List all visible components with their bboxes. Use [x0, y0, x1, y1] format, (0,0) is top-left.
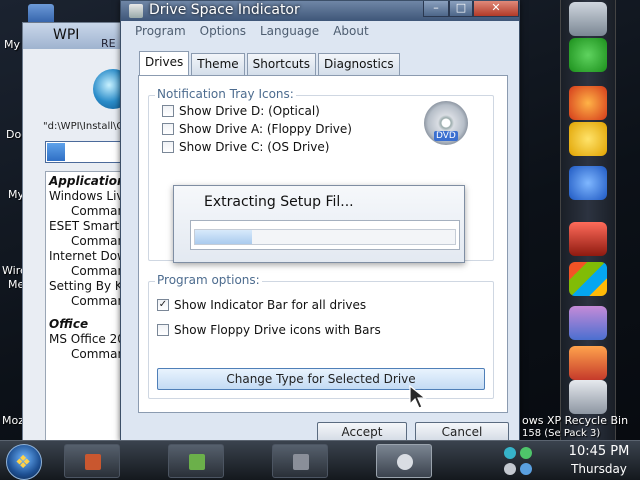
checkbox-label: Show Drive C: (OS Drive) [179, 140, 330, 154]
task-button-installer[interactable] [168, 444, 224, 478]
maximize-button[interactable]: □ [449, 1, 473, 17]
antivirus-icon[interactable] [520, 447, 532, 459]
media-app-icon[interactable] [569, 222, 607, 256]
right-dock [560, 0, 616, 440]
os-version-label: 158 (Se Pack 3) [522, 428, 601, 439]
window-title: Drive Space Indicator [149, 2, 300, 18]
checkbox-label: Show Floppy Drive icons with Bars [174, 323, 381, 337]
extract-progress-bar [190, 220, 460, 250]
tab-drives[interactable]: Drives [139, 51, 190, 75]
start-button[interactable]: ❖ [6, 444, 42, 480]
network-icon[interactable] [504, 447, 516, 459]
checkbox-box[interactable] [162, 105, 174, 117]
task-button-package[interactable] [64, 444, 120, 478]
change-type-button[interactable]: Change Type for Selected Drive [157, 368, 485, 390]
app-icon [129, 4, 143, 18]
shield-icon[interactable] [520, 463, 532, 475]
extract-progress-track [194, 229, 456, 245]
browser-icon[interactable] [569, 86, 607, 120]
tab-strip: Drives Theme Shortcuts Diagnostics [139, 51, 402, 75]
tab-theme[interactable]: Theme [191, 53, 245, 75]
show-drive-a-checkbox[interactable]: Show Drive A: (Floppy Drive) [162, 122, 352, 136]
internet-explorer-icon[interactable] [569, 38, 607, 72]
system-tray [502, 443, 546, 479]
package-icon [85, 454, 101, 470]
task-button-window[interactable] [272, 444, 328, 478]
show-floppy-bars-checkbox[interactable]: Show Floppy Drive icons with Bars [157, 323, 381, 337]
extract-progress-fill [195, 230, 253, 244]
menu-language[interactable]: Language [260, 21, 319, 41]
recycle-bin-label[interactable]: ows XP Recycle Bin [522, 414, 628, 427]
notification-tray-title: Notification Tray Icons: [155, 87, 296, 101]
checkbox-box[interactable] [162, 123, 174, 135]
checkbox-box-checked[interactable]: ✓ [157, 299, 169, 311]
tools-icon[interactable] [569, 346, 607, 380]
installer-icon [189, 454, 205, 470]
tab-shortcuts[interactable]: Shortcuts [246, 53, 317, 75]
close-button[interactable]: ✕ [473, 1, 519, 17]
mouse-cursor-icon [409, 384, 427, 409]
cancel-button[interactable]: Cancel [415, 422, 509, 442]
minimize-button[interactable]: – [423, 1, 449, 17]
task-button-drive-indicator[interactable] [376, 444, 432, 478]
taskbar: ❖ 10:45 PM Thursday [0, 440, 640, 480]
menu-options[interactable]: Options [200, 21, 246, 41]
checkbox-label: Show Drive A: (Floppy Drive) [179, 122, 352, 136]
messenger-icon[interactable] [569, 122, 607, 156]
checkbox-label: Show Indicator Bar for all drives [174, 298, 367, 312]
live-messenger-icon[interactable] [569, 166, 607, 200]
archive-icon[interactable] [569, 306, 607, 340]
tab-diagnostics[interactable]: Diagnostics [318, 53, 400, 75]
arrow-app-icon[interactable] [569, 2, 607, 36]
windows-logo-icon: ❖ [15, 452, 32, 473]
clock-day: Thursday [571, 462, 627, 476]
window-icon [293, 454, 309, 470]
extracting-dialog[interactable]: Extracting Setup Fil... [173, 185, 465, 263]
volume-icon[interactable] [504, 463, 516, 475]
show-drive-d-checkbox[interactable]: Show Drive D: (Optical) [162, 104, 320, 118]
windows-logo-icon[interactable] [569, 262, 607, 296]
dvd-drive-icon: DVD [424, 101, 468, 145]
wpi-progress-text: 19% [72, 145, 99, 159]
checkbox-label: Show Drive D: (Optical) [179, 104, 320, 118]
drive-indicator-icon [397, 454, 413, 470]
dvd-label: DVD [434, 131, 458, 141]
clock-time: 10:45 PM [568, 444, 630, 459]
show-drive-c-checkbox[interactable]: Show Drive C: (OS Drive) [162, 140, 329, 154]
wpi-title: WPI [53, 27, 80, 43]
taskbar-clock[interactable]: 10:45 PM Thursday [560, 443, 638, 477]
show-indicator-bar-checkbox[interactable]: ✓ Show Indicator Bar for all drives [157, 298, 366, 312]
menu-bar: Program Options Language About [129, 21, 369, 41]
dsi-titlebar[interactable]: Drive Space Indicator – □ ✕ [121, 1, 519, 21]
accept-button[interactable]: Accept [317, 422, 407, 442]
wpi-menu-fragment[interactable]: RE [101, 37, 116, 50]
menu-about[interactable]: About [333, 21, 368, 41]
wpi-progress-fill [47, 143, 66, 161]
recycle-bin-icon[interactable] [569, 380, 607, 414]
checkbox-box[interactable] [157, 324, 169, 336]
menu-program[interactable]: Program [135, 21, 186, 41]
checkbox-box[interactable] [162, 141, 174, 153]
program-options-title: Program options: [155, 273, 262, 287]
extracting-title: Extracting Setup Fil... [204, 194, 354, 210]
wpi-install-path: "d:\WPI\Install\O [43, 121, 125, 132]
